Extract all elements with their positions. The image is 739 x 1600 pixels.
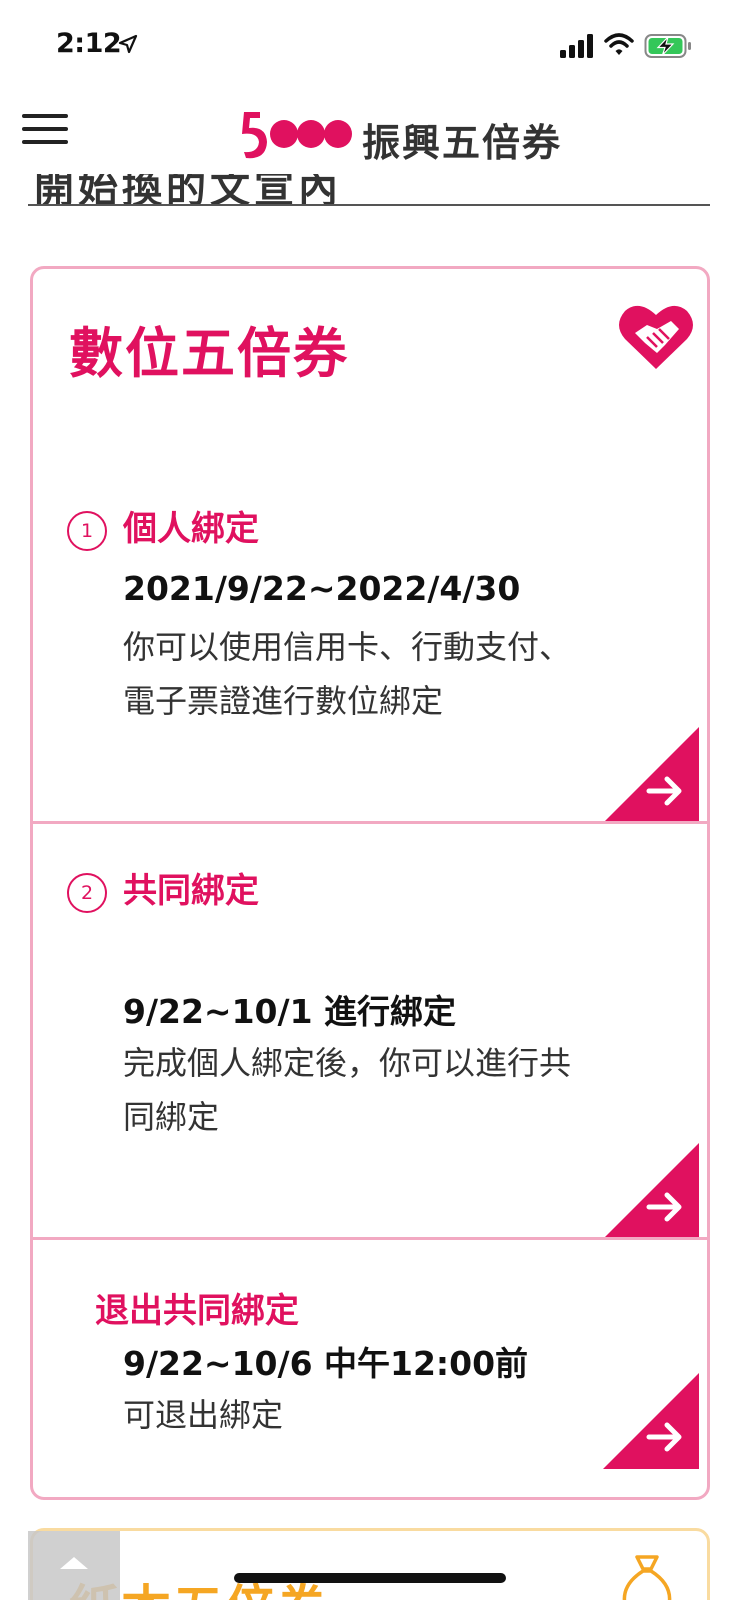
step-description-line: 電子票證進行數位綁定: [123, 682, 444, 720]
money-bag-icon: [622, 1555, 672, 1600]
section-divider: [28, 204, 710, 206]
app-header: 振興五倍券: [0, 92, 739, 174]
scroll-to-top-button[interactable]: [28, 1531, 120, 1600]
brand-logo[interactable]: 振興五倍券: [240, 106, 580, 165]
menu-bar: [22, 127, 68, 131]
go-exit-binding-button[interactable]: [603, 1373, 699, 1469]
step-description-line: 可退出綁定: [123, 1396, 284, 1434]
card-title: 數位五倍券: [69, 322, 349, 385]
step-title-personal-binding: 個人綁定: [123, 509, 259, 549]
chevron-up-icon: [60, 1557, 88, 1569]
status-bar: 2:12: [0, 0, 739, 92]
cellular-signal-icon: [560, 34, 593, 58]
step-title-joint-binding: 共同綁定: [123, 871, 259, 911]
home-indicator[interactable]: [234, 1573, 506, 1583]
status-time: 2:12: [56, 28, 122, 59]
5000-logo-icon: [242, 112, 352, 159]
go-personal-binding-button[interactable]: [603, 727, 699, 823]
battery-charging-icon: [644, 34, 691, 58]
go-joint-binding-button[interactable]: [603, 1143, 699, 1239]
card-divider: [33, 821, 707, 824]
step-date: 9/22~10/6 中午12:00前: [123, 1344, 529, 1383]
step-number-badge: 2: [67, 873, 107, 913]
step-date: 9/22~10/1 進行綁定: [123, 992, 457, 1031]
paper-voucher-card[interactable]: 紙本五倍券: [30, 1528, 710, 1600]
brand-text: 振興五倍券: [362, 121, 563, 165]
step-number-badge: 1: [67, 511, 107, 551]
location-arrow-icon: [118, 34, 138, 54]
hamburger-menu-button[interactable]: [22, 114, 68, 150]
step-description-line: 同綁定: [123, 1098, 220, 1136]
menu-bar: [22, 140, 68, 144]
digital-voucher-card: 數位五倍券 1 個人綁定 2021/9/22~2022/4/30 你可以使用信用…: [30, 266, 710, 1500]
step-date: 2021/9/22~2022/4/30: [123, 569, 521, 608]
menu-bar: [22, 114, 68, 118]
wifi-icon: [604, 33, 634, 55]
step-title-exit-joint-binding: 退出共同綁定: [95, 1291, 299, 1331]
card-divider: [33, 1237, 707, 1240]
step-description-line: 完成個人綁定後，你可以進行共: [123, 1044, 572, 1082]
step-description-line: 你可以使用信用卡、行動支付、: [123, 628, 572, 666]
heart-handshake-icon: [619, 305, 693, 369]
